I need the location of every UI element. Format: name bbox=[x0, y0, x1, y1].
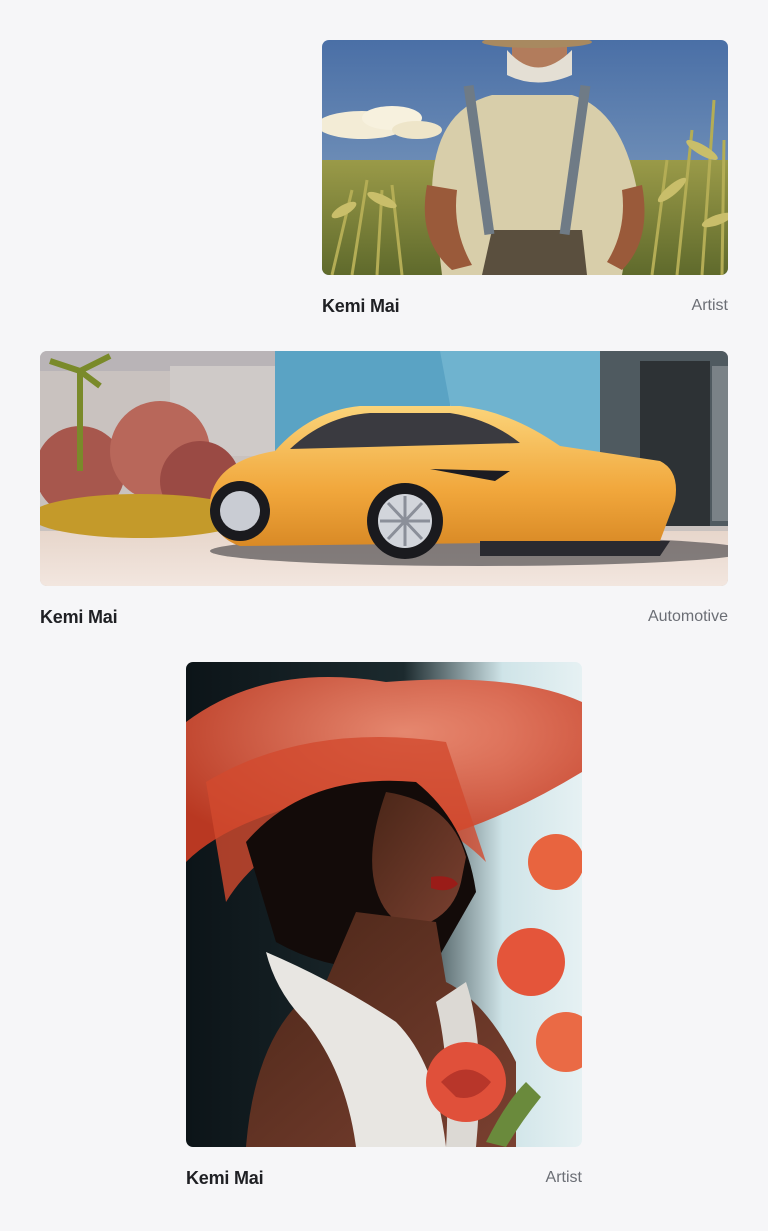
card-category[interactable]: Artist bbox=[546, 1167, 582, 1189]
farmer-in-cornfield-image bbox=[322, 40, 728, 275]
woman-in-red-hat-image bbox=[186, 662, 582, 1147]
card-category[interactable]: Automotive bbox=[648, 606, 728, 628]
card-category[interactable]: Artist bbox=[692, 295, 728, 317]
card-author[interactable]: Kemi Mai bbox=[40, 606, 118, 628]
card-author[interactable]: Kemi Mai bbox=[186, 1167, 264, 1189]
gallery-card[interactable]: Kemi Mai Artist bbox=[322, 40, 728, 320]
card-image[interactable] bbox=[40, 351, 728, 586]
card-author[interactable]: Kemi Mai bbox=[322, 295, 400, 317]
card-image[interactable] bbox=[322, 40, 728, 275]
gallery-card[interactable]: Kemi Mai Automotive bbox=[40, 351, 728, 631]
card-image[interactable] bbox=[186, 662, 582, 1147]
yellow-sports-car-image bbox=[40, 351, 728, 586]
gallery-card[interactable]: Kemi Mai Artist bbox=[186, 662, 582, 1192]
